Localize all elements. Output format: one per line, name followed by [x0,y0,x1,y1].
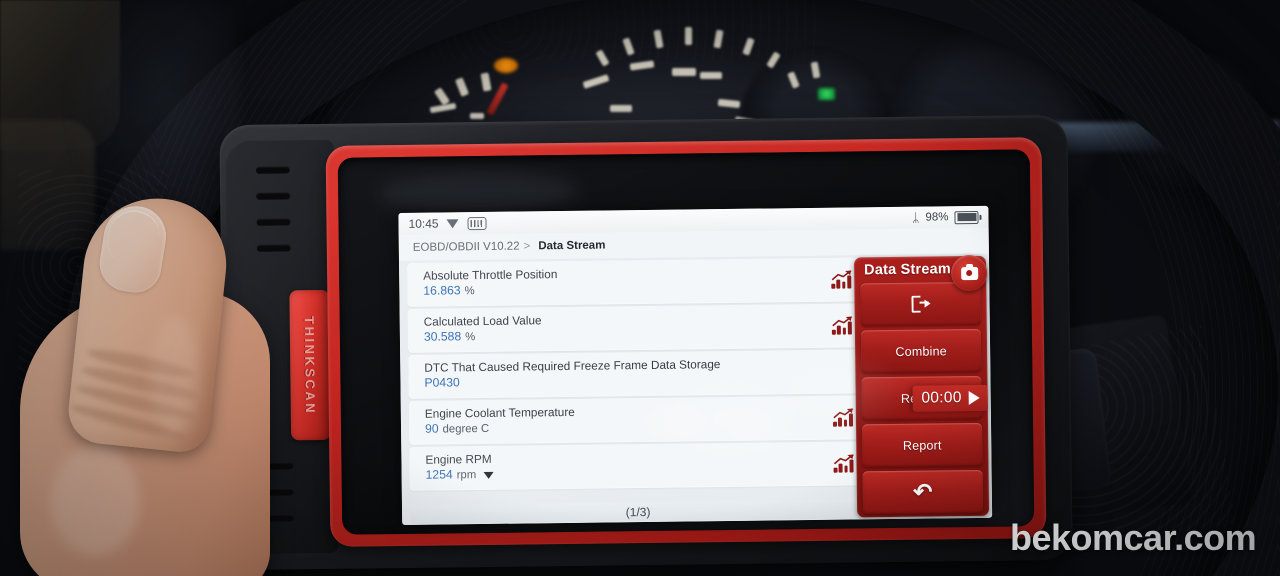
chevron-down-icon[interactable] [483,471,494,479]
parameter-value: P0430 [424,375,460,391]
breadcrumb-root[interactable]: EOBD/OBDII V10.22 [413,241,520,254]
table-row[interactable]: Engine RPM 1254 rpm [409,441,866,490]
breadcrumb-current: Data Stream [538,239,606,253]
bar-chart-icon[interactable] [831,269,853,289]
screen-content: Absolute Throttle Position 16.863% Calcula… [398,253,993,525]
table-row[interactable]: Absolute Throttle Position 16.863% [407,257,864,306]
battery-percent-label: 98% [925,211,949,224]
vci-connector-icon [467,216,487,230]
parameter-unit: % [465,331,476,344]
exit-icon [911,296,931,313]
table-row[interactable]: Calculated Load Value 30.588% [407,303,865,352]
photo-scene: RES SET THINKSCAN 10:45 [0,0,1280,576]
breadcrumb-separator: > [523,240,531,253]
back-arrow-icon: ↶ [913,478,933,505]
back-button[interactable]: ↶ [862,469,984,515]
thinkscan-diagnostic-tablet: THINKSCAN 10:45 ᛦ 98% EOBD/OBDII V10.22 … [219,114,1073,571]
bar-chart-icon[interactable] [832,407,855,427]
watermark: bekomcar.com [1010,517,1257,558]
tablet-screen[interactable]: 10:45 ᛦ 98% EOBD/OBDII V10.22 > Data Str… [398,205,993,525]
brand-plate: THINKSCAN [289,289,332,441]
parameter-value: 30.588 [423,329,462,345]
wifi-icon [447,218,460,228]
record-button[interactable]: Record 00:00 [861,375,988,421]
combine-button[interactable]: Combine [860,328,982,374]
bar-chart-icon[interactable] [831,315,854,335]
bluetooth-icon: ᛦ [912,210,920,225]
play-icon[interactable] [968,390,980,405]
row-text: Absolute Throttle Position 16.863% [423,263,831,300]
parameter-value: 16.863 [423,283,461,299]
hand-holding-tablet [20,191,290,576]
parameter-unit: rpm [456,469,477,482]
record-time: 00:00 [921,388,962,407]
brand-label: THINKSCAN [302,315,319,415]
status-time: 10:45 [408,216,439,231]
row-text: Calculated Load Value 30.588% [424,309,832,346]
report-button[interactable]: Report [862,422,983,468]
record-timer-overlay[interactable]: 00:00 [912,384,988,412]
parameter-value: 1254 [425,467,453,483]
parameter-value: 90 [424,421,439,437]
screenshot-button[interactable] [950,254,988,292]
parameter-unit: % [464,285,475,298]
row-text: Engine RPM 1254 rpm [425,447,833,484]
camera-screenshot-icon [960,266,978,280]
bar-chart-icon[interactable] [833,453,855,473]
action-panel: Data Stream Combine Record 00:00 Report [853,255,990,518]
battery-icon [954,210,979,224]
parameter-unit: degree C [442,422,490,436]
